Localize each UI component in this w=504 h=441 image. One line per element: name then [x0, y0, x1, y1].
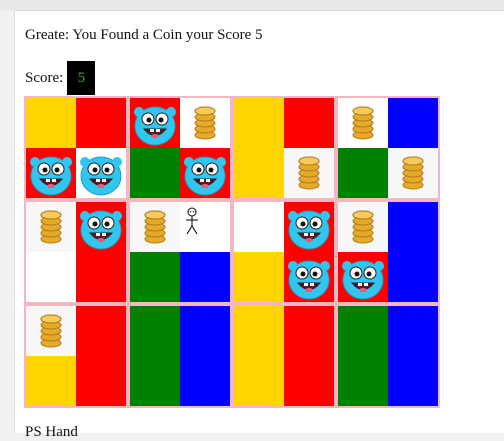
cell-quadrant-red — [284, 252, 334, 302]
cell-quadrant-red — [338, 252, 388, 302]
monster-icon — [80, 210, 122, 250]
cell-quadrant-red — [76, 306, 126, 356]
monster-icon — [288, 260, 330, 300]
coin-stack-icon — [402, 156, 424, 190]
monster-icon — [184, 156, 226, 196]
cell-quadrant-red — [284, 356, 334, 406]
board-cell[interactable] — [128, 96, 232, 200]
cell-quadrant-red — [284, 202, 334, 252]
board-cell[interactable] — [232, 304, 336, 408]
cell-quadrant-red — [180, 148, 230, 198]
board-cell[interactable] — [24, 304, 128, 408]
board-cell[interactable] — [336, 304, 440, 408]
cell-quadrant-white — [76, 148, 126, 198]
cell-quadrant-red — [26, 148, 76, 198]
cell-quadrant-empty — [388, 148, 438, 198]
coin-stack-icon — [40, 210, 62, 244]
game-page: Greate: You Found a Coin your Score 5 Sc… — [15, 11, 504, 440]
cell-quadrant-red — [130, 98, 180, 148]
cell-quadrant-blue — [180, 306, 230, 356]
cell-quadrant-blue — [180, 356, 230, 406]
cell-quadrant-red — [76, 202, 126, 252]
cell-quadrant-green — [130, 148, 180, 198]
cell-quadrant-empty — [284, 148, 334, 198]
coin-stack-icon — [352, 106, 374, 140]
cell-quadrant-blue — [180, 252, 230, 302]
cell-quadrant-green — [338, 306, 388, 356]
board-cell[interactable] — [336, 200, 440, 304]
left-frame — [0, 10, 15, 433]
browser-top-bar — [0, 0, 504, 11]
cell-quadrant-red — [284, 306, 334, 356]
cell-quadrant-white — [180, 98, 230, 148]
cell-quadrant-empty — [130, 202, 180, 252]
cell-quadrant-blue — [388, 252, 438, 302]
coin-stack-icon — [298, 156, 320, 190]
cell-quadrant-yellow — [234, 356, 284, 406]
cell-quadrant-red — [76, 356, 126, 406]
cell-quadrant-yellow — [234, 148, 284, 198]
cell-quadrant-red — [284, 98, 334, 148]
stick-figure-player-icon — [186, 207, 198, 235]
cell-quadrant-green — [338, 356, 388, 406]
coin-stack-icon — [194, 106, 216, 140]
coin-stack-icon — [144, 210, 166, 244]
cell-quadrant-red — [76, 98, 126, 148]
status-message: Greate: You Found a Coin your Score 5 — [25, 27, 263, 43]
board-cell[interactable] — [24, 96, 128, 200]
cell-quadrant-blue — [388, 202, 438, 252]
monster-icon — [288, 210, 330, 250]
monster-icon — [30, 156, 72, 196]
cell-quadrant-white — [26, 252, 76, 302]
board-cell[interactable] — [24, 200, 128, 304]
cell-quadrant-green — [130, 252, 180, 302]
cell-quadrant-blue — [388, 98, 438, 148]
cell-quadrant-white — [338, 98, 388, 148]
coin-stack-icon — [40, 314, 62, 348]
score-label: Score: — [25, 69, 64, 86]
score-line: Score: 5 — [25, 61, 96, 95]
cell-quadrant-yellow — [234, 98, 284, 148]
cell-quadrant-yellow — [234, 252, 284, 302]
board-cell[interactable] — [128, 304, 232, 408]
board-cell[interactable] — [128, 200, 232, 304]
game-board — [24, 96, 440, 408]
board-cell[interactable] — [232, 200, 336, 304]
board-cell[interactable] — [232, 96, 336, 200]
cell-quadrant-empty — [26, 306, 76, 356]
cell-quadrant-empty — [26, 202, 76, 252]
cell-quadrant-green — [338, 148, 388, 198]
cell-quadrant-white — [234, 202, 284, 252]
board-cell[interactable] — [336, 96, 440, 200]
monster-icon — [80, 156, 122, 196]
cell-quadrant-white — [180, 202, 230, 252]
monster-icon — [134, 106, 176, 146]
score-value: 5 — [67, 61, 96, 95]
cell-quadrant-blue — [388, 356, 438, 406]
coin-stack-icon — [352, 210, 374, 244]
cell-quadrant-blue — [388, 306, 438, 356]
cell-quadrant-green — [130, 306, 180, 356]
cell-quadrant-red — [76, 252, 126, 302]
monster-icon — [342, 260, 384, 300]
cell-quadrant-yellow — [26, 356, 76, 406]
cell-quadrant-green — [130, 356, 180, 406]
cell-quadrant-empty — [338, 202, 388, 252]
cell-quadrant-yellow — [26, 98, 76, 148]
cell-quadrant-yellow — [234, 306, 284, 356]
